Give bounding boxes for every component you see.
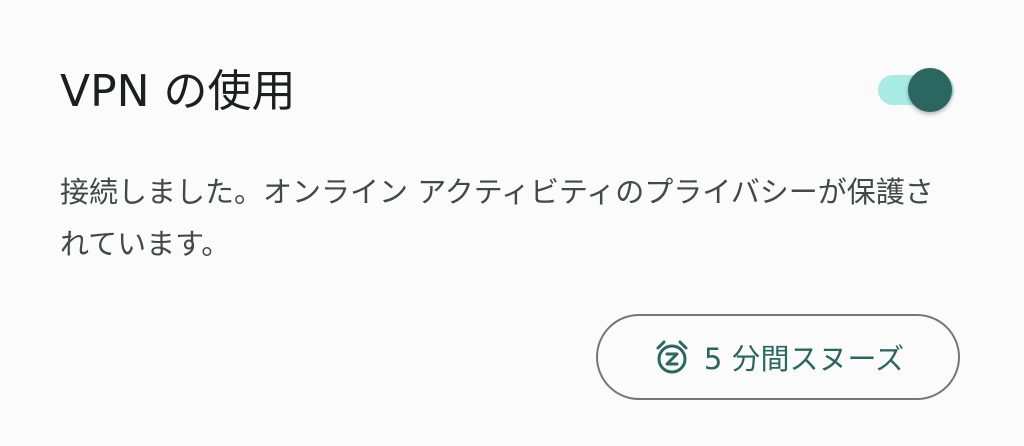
snooze-button-label: 5 分間スヌーズ [703,342,905,376]
status-description: 接続しました。オンライン アクティビティのプライバシーが保護されています。 [60,175,934,261]
vpn-card: VPN の使用 接続しました。オンライン アクティビティのプライバシーが保護され… [0,0,1024,446]
snooze-alarm-icon [652,337,692,377]
card-title: VPN の使用 [60,66,296,117]
snooze-button[interactable]: 5 分間スヌーズ [596,314,960,400]
vpn-toggle-switch[interactable] [876,66,962,114]
toggle-thumb [908,68,952,112]
